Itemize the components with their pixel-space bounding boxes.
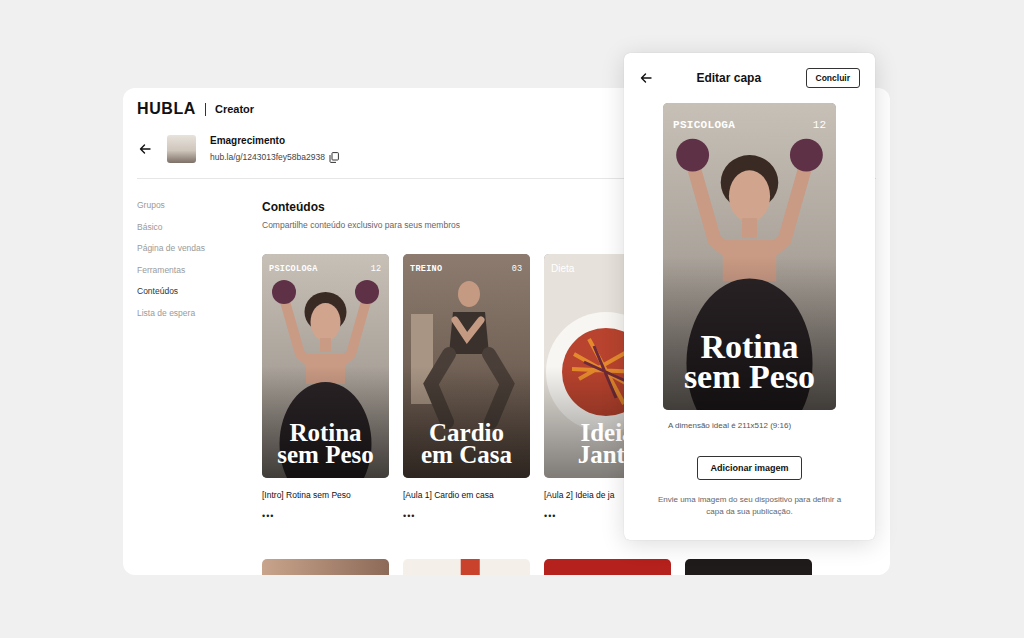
- dialog-header: Editar capa Concluir: [624, 53, 875, 88]
- card-menu[interactable]: •••: [262, 510, 389, 522]
- logo[interactable]: HUBLA: [137, 100, 196, 118]
- dialog-title: Editar capa: [696, 70, 761, 86]
- header-separator: [205, 103, 206, 116]
- product-name: Emagrecimento: [210, 134, 339, 147]
- edit-cover-dialog: Editar capa Concluir PSICOLOGA 12 Rotinasem …: [624, 53, 875, 540]
- content-cards-next-row: [262, 559, 876, 575]
- cover-title-line: Rotina: [663, 332, 836, 362]
- product-url-row: hub.la/g/1243013fey58ba2938: [210, 151, 339, 163]
- card-caption: [Aula 1] Cardio em casa: [403, 489, 530, 501]
- cover-title-line: Cardio: [403, 422, 530, 444]
- cover-tag: PSICOLOGA: [269, 264, 318, 274]
- cover-tag: PSICOLOGA: [673, 119, 735, 132]
- copy-icon[interactable]: [329, 152, 339, 163]
- cover-title-line: sem Peso: [663, 362, 836, 392]
- cover-number: 12: [813, 119, 826, 132]
- content-card[interactable]: [262, 559, 389, 575]
- cover-image[interactable]: TREINO 03 Cardioem Casa: [403, 254, 530, 478]
- product-info: Emagrecimento hub.la/g/1243013fey58ba2938: [210, 134, 339, 163]
- sidebar-item[interactable]: Página de vendas: [137, 242, 262, 255]
- content-card[interactable]: PSICOLOGA 12 Rotinasem Peso [Intro] Rotina …: [262, 254, 389, 522]
- cover-title-line: Rotina: [262, 422, 389, 444]
- content-card[interactable]: [685, 559, 812, 575]
- card-menu[interactable]: •••: [403, 510, 530, 522]
- section-title: Creator: [215, 100, 254, 118]
- dimension-hint: A dimensão ideal é 211x512 (9:16): [668, 420, 875, 431]
- cover-tag: TREINO: [410, 264, 442, 274]
- back-arrow-icon[interactable]: [640, 72, 652, 84]
- cover-number: 03: [512, 264, 522, 274]
- cover-title-line: sem Peso: [262, 444, 389, 466]
- card-caption: [Intro] Rotina sem Peso: [262, 489, 389, 501]
- cover-tag: Dieta: [551, 264, 574, 274]
- content-card[interactable]: TREINO 03 Cardioem Casa [Aula 1] Cardio em …: [403, 254, 530, 522]
- sidebar-item[interactable]: Lista de espera: [137, 307, 262, 320]
- dialog-description: Envie uma imagem do seu dispositivo para…: [624, 494, 875, 518]
- content-card[interactable]: [544, 559, 671, 575]
- cover-number: 12: [371, 264, 381, 274]
- cover-title-line: em Casa: [403, 444, 530, 466]
- sidebar-item[interactable]: Básico: [137, 221, 262, 234]
- sidebar-item[interactable]: Ferramentas: [137, 264, 262, 277]
- cover-title: Rotinasem Peso: [663, 332, 836, 392]
- sidebar-item[interactable]: Grupos: [137, 199, 262, 212]
- cover-image[interactable]: PSICOLOGA 12 Rotinasem Peso: [262, 254, 389, 478]
- cover-image[interactable]: PSICOLOGA 12 Rotinasem Peso: [663, 103, 836, 410]
- sidebar-item[interactable]: Conteúdos: [137, 285, 262, 298]
- page: HUBLA Creator Emagrecimento hub.la/g/124301…: [0, 0, 1024, 638]
- cover-title: Cardioem Casa: [403, 422, 530, 466]
- add-image-button[interactable]: Adicionar imagem: [697, 456, 801, 480]
- product-url[interactable]: hub.la/g/1243013fey58ba2938: [210, 151, 325, 163]
- sidebar: Grupos Básico Página de vendas Ferramentas C…: [137, 199, 262, 575]
- product-thumbnail: [167, 135, 196, 163]
- done-button[interactable]: Concluir: [806, 68, 860, 88]
- cover-title: Rotinasem Peso: [262, 422, 389, 466]
- content-card[interactable]: [403, 559, 530, 575]
- back-arrow-icon[interactable]: [139, 143, 151, 155]
